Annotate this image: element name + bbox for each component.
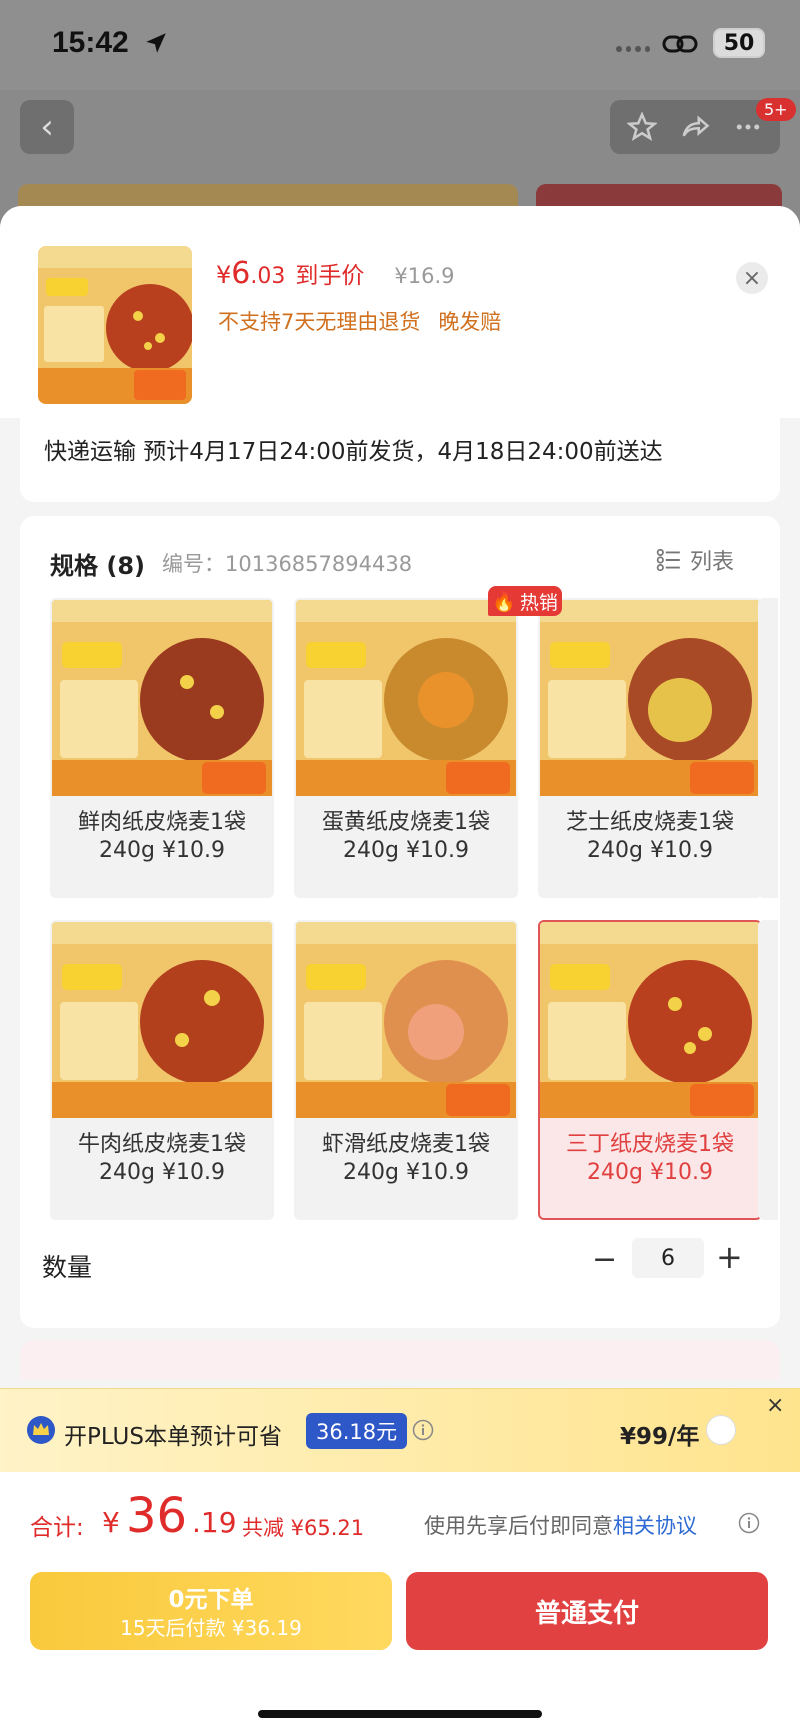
option-image [52, 600, 272, 796]
share-icon[interactable] [680, 112, 710, 142]
plus-membership-bar: 开PLUS本单预计可省 36.18元 ¥99/年 × [0, 1388, 800, 1473]
agreement-text: 使用先享后付即同意相关协议 [424, 1510, 697, 1540]
flame-icon: 🔥 [492, 590, 516, 613]
option-name: 虾滑纸皮烧麦1袋 [322, 1132, 490, 1157]
option-price: 240g ¥10.9 [99, 838, 225, 863]
star-icon[interactable] [627, 112, 658, 142]
price-currency: ¥ [216, 261, 232, 289]
info-icon[interactable] [738, 1512, 760, 1534]
spec-option-selected[interactable]: 三丁纸皮烧麦1袋 240g ¥10.9 [538, 920, 762, 1220]
spec-option[interactable]: 虾滑纸皮烧麦1袋 240g ¥10.9 [294, 920, 518, 1220]
option-name: 芝士纸皮烧麦1袋 [566, 810, 734, 835]
spec-option[interactable]: 芝士纸皮烧麦1袋 240g ¥10.9 [538, 598, 762, 898]
total-currency: ¥ [102, 1506, 120, 1539]
total-decimal: .19 [192, 1506, 237, 1539]
crown-icon [27, 1416, 55, 1444]
pay-later-title: 0元下单 [168, 1587, 254, 1613]
location-arrow-icon [146, 33, 166, 53]
hot-badge: 🔥 热销 [488, 586, 562, 616]
no-return-note: 不支持7天无理由退货 [218, 310, 421, 334]
option-price: 240g ¥10.9 [587, 1160, 713, 1185]
total-label: 合计: [30, 1515, 84, 1541]
spec-title: 规格 (8) [50, 552, 145, 580]
agreement-prefix: 使用先享后付即同意 [424, 1514, 613, 1538]
nav-actions [610, 100, 780, 154]
filling-shape [140, 960, 264, 1084]
product-code: 编号：10136857894438 [162, 552, 413, 576]
link-icon [662, 35, 698, 53]
option-image [296, 600, 516, 796]
plus-select-radio[interactable] [706, 1415, 736, 1445]
list-toggle-label: 列表 [690, 550, 735, 575]
checkout-footer: 合计: ¥ 36 .19 共减 ¥65.21 使用先享后付即同意相关协议 0元下… [0, 1472, 800, 1731]
price-row: ¥ 6 .03 到手价 ¥16.9 [216, 256, 455, 291]
option-image [540, 600, 760, 796]
option-price: 240g ¥10.9 [587, 838, 713, 863]
quantity-label: 数量 [42, 1253, 93, 1282]
pay-later-button[interactable]: 0元下单 15天后付款 ¥36.19 [30, 1572, 392, 1650]
spec-grid: 🔥 热销 鲜肉纸皮烧麦1袋 240g ¥10.9 蛋黄纸皮烧麦1袋 240g ¥1… [50, 586, 780, 1220]
option-name: 牛肉纸皮烧麦1袋 [78, 1132, 246, 1157]
total-integer: 36 [126, 1488, 188, 1544]
sheet-header: ¥ 6 .03 到手价 ¥16.9 不支持7天无理由退货 晚发赔 × [0, 206, 800, 418]
agreement-link[interactable]: 相关协议 [613, 1514, 697, 1538]
filling-shape [648, 678, 712, 742]
option-price: 240g ¥10.9 [343, 1160, 469, 1185]
list-view-toggle[interactable]: 列表 [656, 544, 734, 576]
late-compensation-note: 晚发赔 [438, 310, 502, 334]
next-option-peek [758, 920, 778, 1220]
plus-savings-badge: 36.18元 [306, 1413, 408, 1449]
filling-shape [408, 1004, 464, 1060]
option-name: 鲜肉纸皮烧麦1袋 [78, 810, 246, 835]
spec-option[interactable]: 牛肉纸皮烧麦1袋 240g ¥10.9 [50, 920, 274, 1220]
option-image [52, 922, 272, 1118]
list-icon [656, 548, 680, 572]
option-price: 240g ¥10.9 [343, 838, 469, 863]
shipping-text: 快递运输 预计4月17日24:00前发货，4月18日24:00前送达 [44, 439, 663, 465]
pay-now-button[interactable]: 普通支付 [406, 1572, 768, 1650]
pay-later-subtitle: 15天后付款 ¥36.19 [120, 1616, 302, 1640]
shipping-card: 快递运输 预计4月17日24:00前发货，4月18日24:00前送达 [20, 412, 780, 502]
sku-sheet: ¥ 6 .03 到手价 ¥16.9 不支持7天无理由退货 晚发赔 × 快递运输 … [0, 206, 800, 1731]
option-name: 蛋黄纸皮烧麦1袋 [322, 810, 490, 835]
plus-price: ¥99/年 [620, 1424, 700, 1450]
next-option-peek [758, 598, 778, 898]
spec-card: 规格 (8) 编号：10136857894438 列表 🔥 热销 鲜肉纸皮烧麦1袋… [20, 516, 780, 1328]
original-price: ¥16.9 [394, 264, 455, 288]
price-tag: 到手价 [295, 263, 365, 289]
price-decimal: .03 [250, 264, 286, 289]
option-image [296, 922, 516, 1118]
status-time: 15:42 [52, 26, 129, 59]
notification-badge: 5+ [756, 98, 796, 121]
filling-shape [628, 960, 752, 1084]
home-indicator [258, 1710, 542, 1718]
option-price: 240g ¥10.9 [99, 1160, 225, 1185]
hot-badge-label: 热销 [519, 591, 558, 614]
back-button[interactable]: ‹ [20, 100, 74, 154]
spec-option[interactable]: 鲜肉纸皮烧麦1袋 240g ¥10.9 [50, 598, 274, 898]
plus-promo-text: 开PLUS本单预计可省 [64, 1424, 282, 1450]
close-button[interactable]: × [736, 262, 768, 294]
option-image [540, 922, 760, 1118]
quantity-input[interactable]: 6 [632, 1238, 704, 1278]
battery-icon: 50 [713, 28, 765, 58]
product-thumbnail [38, 246, 192, 404]
status-bar: 15:42 50 [0, 0, 800, 90]
total-discount: 共减 ¥65.21 [242, 1516, 365, 1540]
price-integer: 6 [231, 256, 251, 291]
filling-shape [418, 672, 474, 728]
service-notes: 不支持7天无理由退货 晚发赔 [218, 306, 501, 336]
spec-option[interactable]: 蛋黄纸皮烧麦1袋 240g ¥10.9 [294, 598, 518, 898]
signal-icon [616, 46, 650, 54]
filling-shape [140, 638, 264, 762]
option-name: 三丁纸皮烧麦1袋 [566, 1132, 734, 1157]
promo-strip [20, 1340, 780, 1380]
quantity-increase-button[interactable]: + [716, 1238, 743, 1276]
quantity-decrease-button[interactable]: − [592, 1242, 617, 1277]
plus-close-button[interactable]: × [766, 1393, 784, 1418]
info-icon[interactable] [412, 1419, 434, 1441]
